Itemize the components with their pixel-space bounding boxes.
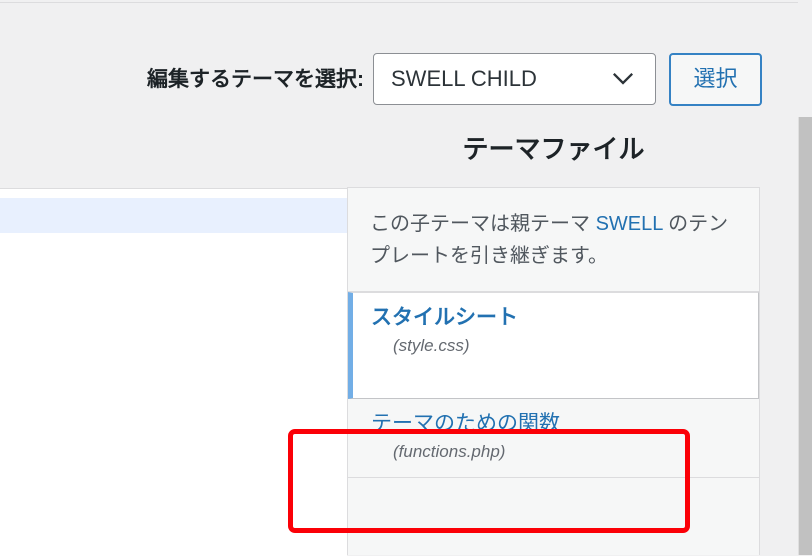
chevron-down-icon	[613, 73, 633, 85]
theme-selector-row: 編集するテーマを選択: SWELL CHILD 選択	[0, 52, 762, 106]
file-item-title: テーマのための関数	[371, 411, 560, 435]
file-list-item-stylesheet[interactable]: スタイルシート (style.css)	[348, 291, 759, 399]
child-theme-notice: この子テーマは親テーマ SWELL のテンプレートを引き継ぎます。	[348, 188, 759, 292]
theme-select-dropdown[interactable]: SWELL CHILD	[373, 53, 656, 105]
scrollbar-track[interactable]	[798, 0, 812, 117]
theme-files-heading: テーマファイル	[462, 134, 645, 164]
file-item-title: スタイルシート	[371, 305, 518, 329]
editor-active-line	[0, 198, 347, 233]
top-divider	[0, 2, 812, 3]
theme-select-label: 編集するテーマを選択:	[147, 67, 364, 91]
select-theme-button[interactable]: 選択	[669, 52, 762, 106]
code-editor-panel[interactable]	[0, 188, 347, 556]
theme-files-list: この子テーマは親テーマ SWELL のテンプレートを引き継ぎます。 スタイルシー…	[347, 187, 760, 555]
theme-file-editor-screen: 編集するテーマを選択: SWELL CHILD 選択 テーマファイル この子テー…	[0, 0, 812, 556]
file-item-filename: (style.css)	[393, 336, 470, 356]
parent-theme-link[interactable]: SWELL	[596, 213, 663, 235]
file-item-filename: (functions.php)	[393, 441, 506, 461]
file-list-item-functions[interactable]: テーマのための関数 (functions.php)	[348, 399, 759, 479]
theme-select-value: SWELL CHILD	[391, 66, 537, 91]
scrollbar-thumb[interactable]	[798, 117, 812, 555]
notice-text-prefix: この子テーマは親テーマ	[370, 213, 596, 235]
page-scrollbar[interactable]	[798, 0, 812, 555]
